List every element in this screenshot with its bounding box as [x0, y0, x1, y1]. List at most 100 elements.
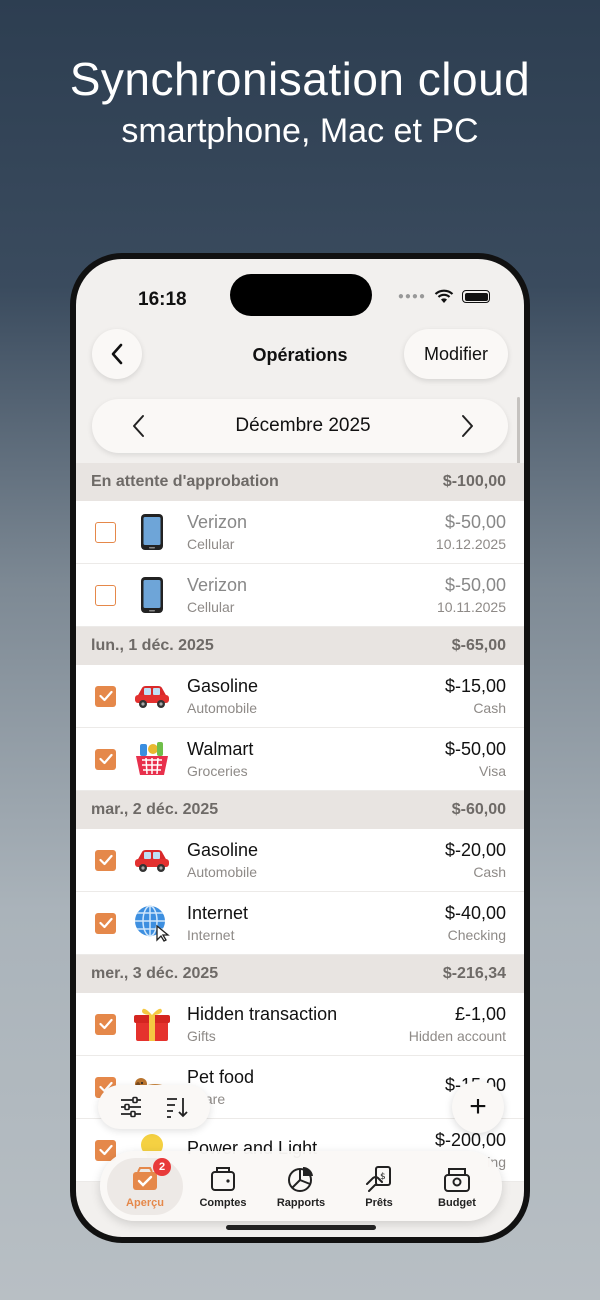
transaction-row[interactable]: Walmart Groceries $-50,00 Visa [76, 728, 524, 791]
transaction-name: Hidden transaction [187, 1004, 338, 1024]
tab-apercu[interactable]: 2 Aperçu [107, 1157, 183, 1215]
tab-bar: 2 Aperçu Comptes Rapports $ Prêts Budget [100, 1151, 502, 1221]
section-title: mar., 2 déc. 2025 [91, 801, 219, 818]
section-header: mar., 2 déc. 2025 $-60,00 [76, 791, 524, 829]
transaction-date: 10.11.2025 [436, 599, 506, 615]
transaction-amount: $-50,00 [444, 739, 506, 759]
checkmark-icon [98, 1144, 113, 1156]
phone-frame: 16:18 ●●●● Opérations Modifier Décembre … [70, 253, 530, 1243]
transaction-name: Verizon [187, 512, 248, 532]
car-icon [132, 676, 172, 716]
month-label: Décembre 2025 [235, 415, 371, 436]
tab-rapports[interactable]: Rapports [263, 1164, 339, 1209]
chevron-right-icon [461, 415, 473, 437]
status-icons: ●●●● [398, 289, 490, 304]
transaction-row[interactable]: Internet Internet $-40,00 Checking [76, 892, 524, 955]
transaction-account: Hidden account [408, 1028, 506, 1044]
transaction-row[interactable]: Gasoline Automobile $-15,00 Cash [76, 665, 524, 728]
gift-icon [132, 1004, 172, 1044]
transaction-category: Groceries [187, 763, 248, 779]
checkmark-icon [98, 854, 113, 866]
transaction-amount: $-50,00 [444, 512, 506, 532]
transaction-amount: $-200,00 [434, 1130, 506, 1150]
status-time: 16:18 [138, 289, 187, 310]
transaction-name: Verizon [187, 575, 248, 595]
section-header: En attente d'approbation $-100,00 [76, 463, 524, 501]
transaction-amount: $-50,00 [444, 575, 506, 595]
loan-icon: $ [366, 1165, 391, 1192]
transaction-name: Gasoline [187, 676, 259, 696]
home-indicator[interactable] [226, 1225, 376, 1230]
section-title: mer., 3 déc. 2025 [91, 965, 219, 982]
promo-title: Synchronisation cloud [69, 53, 531, 105]
section-header: lun., 1 déc. 2025 $-65,00 [76, 627, 524, 665]
section-header: mer., 3 déc. 2025 $-216,34 [76, 955, 524, 993]
transaction-row[interactable]: Verizon Cellular $-50,00 10.11.2025 [76, 564, 524, 627]
approval-checkbox[interactable] [95, 849, 116, 871]
checkmark-icon [98, 690, 113, 702]
transaction-category: Internet [187, 927, 235, 943]
globe-icon [132, 903, 172, 943]
checkmark-icon [98, 917, 113, 929]
section-total: $-65,00 [451, 637, 506, 654]
approval-checkbox[interactable] [95, 748, 116, 770]
month-selector: Décembre 2025 [92, 399, 508, 453]
tab-label: Aperçu [126, 1196, 164, 1209]
transaction-date: 10.12.2025 [435, 536, 506, 552]
section-title: lun., 1 déc. 2025 [91, 637, 214, 654]
transaction-amount: $-40,00 [444, 903, 506, 923]
add-transaction-button[interactable]: + [452, 1081, 504, 1133]
phone-icon [132, 512, 172, 552]
transaction-category: Automobile [187, 700, 258, 716]
approval-checkbox[interactable] [95, 685, 116, 707]
next-month-button[interactable] [458, 413, 478, 439]
transaction-category: Cellular [187, 536, 235, 552]
transaction-amount: $-15,00 [444, 676, 506, 696]
section-total: $-60,00 [451, 801, 506, 818]
grocery-basket-icon [132, 739, 172, 779]
transaction-row[interactable]: Hidden transaction Gifts £-1,00 Hidden a… [76, 993, 524, 1056]
pie-chart-icon [288, 1166, 313, 1192]
transaction-row[interactable]: Gasoline Automobile $-20,00 Cash [76, 829, 524, 892]
previous-month-button[interactable] [128, 413, 148, 439]
filter-sort-controls [98, 1085, 210, 1129]
tab-label: Comptes [199, 1196, 247, 1209]
checkmark-icon [98, 753, 113, 765]
transaction-row[interactable]: Verizon Cellular $-50,00 10.12.2025 [76, 501, 524, 564]
transaction-name: Walmart [187, 739, 254, 759]
approval-checkbox[interactable] [95, 521, 116, 543]
transaction-name: Internet [187, 903, 249, 923]
approval-checkbox[interactable] [95, 1013, 116, 1035]
transaction-category: Cellular [187, 599, 235, 615]
car-icon [132, 840, 172, 880]
edit-button[interactable]: Modifier [403, 329, 508, 379]
transaction-account: Cash [473, 700, 506, 716]
wifi-icon [434, 289, 454, 303]
phone-screen: 16:18 ●●●● Opérations Modifier Décembre … [76, 259, 524, 1237]
checkmark-icon [98, 1018, 113, 1030]
section-total: $-216,34 [442, 965, 506, 982]
section-title: En attente d'approbation [91, 473, 279, 490]
wallet-icon [211, 1166, 235, 1191]
tab-budget[interactable]: Budget [419, 1164, 495, 1209]
svg-text:$: $ [380, 1172, 386, 1182]
transaction-amount: £-1,00 [454, 1004, 506, 1024]
transaction-account: Visa [479, 763, 506, 779]
transaction-amount: $-20,00 [444, 840, 506, 860]
transaction-category: Gifts [187, 1028, 216, 1044]
signal-icon: ●●●● [397, 291, 426, 302]
budget-icon [444, 1167, 470, 1192]
transaction-category: t Care [187, 1091, 226, 1107]
tab-prets[interactable]: $ Prêts [341, 1164, 417, 1209]
tab-label: Rapports [276, 1196, 326, 1209]
transaction-name: Gasoline [187, 840, 259, 860]
chevron-left-icon [133, 415, 144, 437]
phone-icon [132, 575, 172, 615]
filter-sliders-icon[interactable] [119, 1096, 143, 1118]
promo-subtitle: smartphone, Mac et PC [121, 112, 479, 150]
approval-checkbox[interactable] [95, 584, 116, 606]
tab-comptes[interactable]: Comptes [185, 1164, 261, 1209]
approval-checkbox[interactable] [95, 912, 116, 934]
battery-icon [462, 290, 490, 303]
sort-icon[interactable] [165, 1096, 189, 1118]
